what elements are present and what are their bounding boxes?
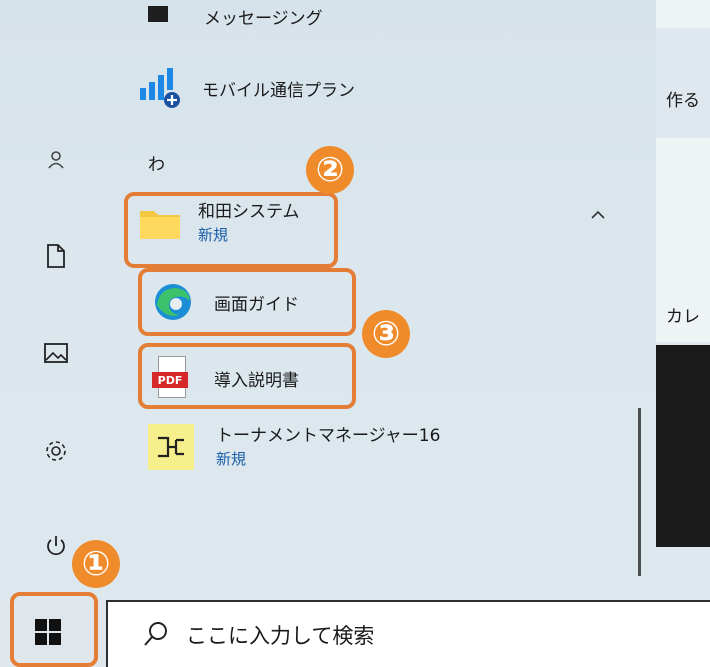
pictures-icon[interactable] <box>38 335 74 371</box>
list-item-messaging[interactable]: メッセージング <box>140 4 323 29</box>
list-item-label: メッセージング <box>204 9 323 29</box>
list-item-label: モバイル通信プラン <box>202 80 355 101</box>
step-1-marker: ① <box>72 540 120 588</box>
tile-create-label: 作る <box>666 91 700 111</box>
list-item-tournament[interactable]: トーナメントマネージャー16 新規 <box>148 424 441 471</box>
scrollbar[interactable] <box>638 408 641 576</box>
new-badge: 新規 <box>216 449 247 468</box>
step-3-marker: ③ <box>362 310 410 358</box>
tile-dark[interactable] <box>656 345 710 547</box>
document-icon[interactable] <box>38 238 74 274</box>
tournament-name: トーナメントマネージャー16 <box>216 426 441 446</box>
tile-calendar[interactable]: カレ <box>656 138 710 342</box>
search-box[interactable]: ここに入力して検索 <box>106 600 710 667</box>
search-input[interactable]: ここに入力して検索 <box>186 620 374 650</box>
list-item-mobile-plan[interactable]: モバイル通信プラン <box>138 66 355 110</box>
callout-manual <box>138 343 356 409</box>
callout-folder <box>124 192 338 268</box>
tournament-icon <box>148 424 194 471</box>
search-icon <box>142 620 170 652</box>
signal-bars-icon <box>138 66 182 110</box>
screen: メッセージング モバイル通信プラン わ 和田システム 新規 画面ガイド PDF … <box>0 0 710 667</box>
start-rail <box>0 0 104 598</box>
messaging-icon <box>140 5 174 28</box>
tiles-area: 作る カレ <box>656 0 710 598</box>
callout-start-button <box>10 592 98 667</box>
chevron-up-icon[interactable] <box>590 206 606 225</box>
section-header-wa[interactable]: わ <box>148 150 165 175</box>
user-icon[interactable] <box>38 142 74 178</box>
callout-screen-guide <box>138 268 356 336</box>
tile-top[interactable] <box>656 0 710 28</box>
step-2-marker: ② <box>306 146 354 194</box>
settings-icon[interactable] <box>38 433 74 469</box>
power-icon[interactable] <box>38 528 74 564</box>
tile-calendar-label: カレ <box>666 307 700 327</box>
